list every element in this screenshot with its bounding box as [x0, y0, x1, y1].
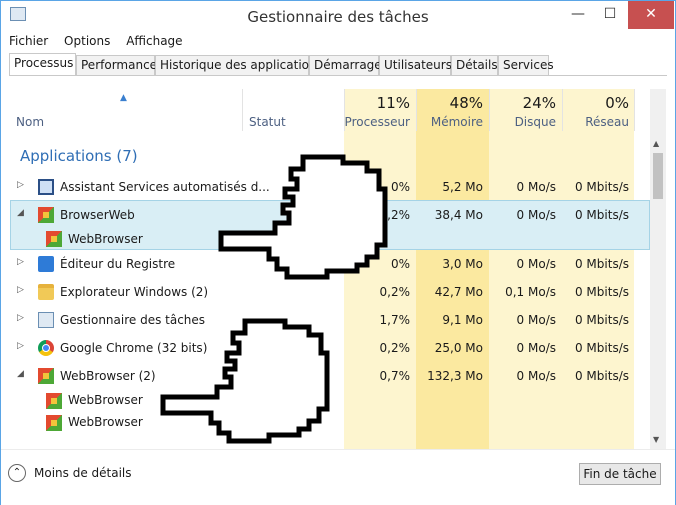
column-disk[interactable]: Disque [489, 115, 556, 129]
title-bar[interactable]: Gestionnaire des tâches — ☐ ✕ [1, 1, 675, 31]
network-percent: 0% [605, 94, 629, 112]
memory-value: 5,2 Mo [442, 180, 483, 194]
expand-icon[interactable]: ▷ [17, 180, 24, 190]
column-status[interactable]: Statut [249, 115, 286, 129]
disk-value: 0 Mo/s [516, 369, 556, 383]
menu-fichier[interactable]: Fichier [9, 34, 48, 48]
network-value: 0 Mbits/s [574, 180, 629, 194]
webbrowser-icon [46, 393, 62, 409]
webbrowser-icon [46, 231, 62, 247]
pointing-hand-cursor-icon [218, 154, 388, 280]
menu-affichage[interactable]: Affichage [126, 34, 182, 48]
fewer-details-label[interactable]: Moins de détails [34, 466, 132, 480]
scrollbar-thumb[interactable] [653, 153, 663, 199]
pointing-hand-cursor-icon [160, 318, 330, 444]
memory-percent: 48% [449, 94, 483, 112]
task-manager-window: Gestionnaire des tâches — ☐ ✕ Fichier Op… [0, 0, 676, 505]
child-process-name: WebBrowser [68, 415, 143, 429]
child-process-name: WebBrowser [68, 232, 143, 246]
network-value: 0 Mbits/s [574, 208, 629, 222]
end-task-button[interactable]: Fin de tâche [579, 463, 661, 485]
tab-utilisateurs[interactable]: Utilisateurs [379, 55, 452, 75]
webbrowser-icon [38, 207, 54, 223]
footer-bar: ⌃ Moins de détails Fin de tâche [1, 449, 675, 505]
disk-value: 0 Mo/s [516, 208, 556, 222]
webbrowser-icon [46, 415, 62, 431]
tab-historique[interactable]: Historique des applications [155, 55, 323, 75]
column-name[interactable]: Nom [16, 115, 44, 129]
close-button[interactable]: ✕ [628, 1, 674, 29]
memory-value: 38,4 Mo [434, 208, 483, 222]
webbrowser-icon [38, 368, 54, 384]
network-value: 0 Mbits/s [574, 285, 629, 299]
expand-icon[interactable]: ▷ [17, 341, 24, 351]
minimize-button[interactable]: — [563, 1, 593, 29]
taskmanager-icon [38, 312, 54, 328]
column-cpu[interactable]: Processeur [344, 115, 410, 129]
scroll-down-icon[interactable]: ▼ [653, 435, 659, 444]
disk-value: 0,1 Mo/s [505, 285, 556, 299]
collapse-icon[interactable]: ◢ [17, 208, 24, 218]
menu-bar: Fichier Options Affichage [9, 34, 195, 50]
expand-icon[interactable]: ▷ [17, 285, 24, 295]
cpu-value: 0,2% [379, 341, 411, 355]
column-memory[interactable]: Mémoire [416, 115, 483, 129]
disk-value: 0 Mo/s [516, 180, 556, 194]
memory-value: 25,0 Mo [434, 341, 483, 355]
disk-value: 0 Mo/s [516, 313, 556, 327]
scroll-up-icon[interactable]: ▲ [653, 139, 659, 148]
tab-processus[interactable]: Processus [9, 53, 76, 75]
child-process-name: WebBrowser [68, 393, 143, 407]
process-name: Explorateur Windows (2) [60, 285, 209, 299]
network-value: 0 Mbits/s [574, 341, 629, 355]
process-name: BrowserWeb [60, 208, 135, 222]
registry-icon [38, 256, 54, 272]
memory-value: 42,7 Mo [434, 285, 483, 299]
tab-details[interactable]: Détails [451, 55, 498, 75]
sort-up-icon: ▲ [120, 93, 127, 103]
disk-value: 0 Mo/s [516, 257, 556, 271]
menu-options[interactable]: Options [64, 34, 110, 48]
chevron-up-icon[interactable]: ⌃ [8, 464, 26, 482]
process-name: Éditeur du Registre [60, 257, 176, 271]
memory-value: 3,0 Mo [442, 257, 483, 271]
network-value: 0 Mbits/s [574, 257, 629, 271]
cpu-percent: 11% [376, 94, 410, 112]
network-value: 0 Mbits/s [574, 313, 629, 327]
chrome-icon [38, 340, 54, 356]
maximize-button[interactable]: ☐ [595, 1, 625, 29]
tab-performance[interactable]: Performance [76, 55, 157, 75]
network-value: 0 Mbits/s [574, 369, 629, 383]
disk-percent: 24% [522, 94, 556, 112]
folder-icon [38, 284, 54, 300]
process-name: WebBrowser (2) [60, 369, 156, 383]
tab-divider [9, 75, 667, 76]
group-header-applications: Applications (7) [20, 147, 138, 165]
table-header: ▲ Nom Statut 11% Processeur 48% Mémoire … [10, 89, 650, 131]
collapse-icon[interactable]: ◢ [17, 369, 24, 379]
column-network[interactable]: Réseau [562, 115, 629, 129]
cpu-value: 0,7% [379, 369, 411, 383]
cpu-value: 1,7% [379, 313, 411, 327]
tab-services[interactable]: Services [498, 55, 554, 75]
column-separator [242, 89, 243, 131]
column-separator [634, 89, 635, 131]
tab-demarrage[interactable]: Démarrage [309, 55, 382, 75]
expand-icon[interactable]: ▷ [17, 257, 24, 267]
memory-value: 9,1 Mo [442, 313, 483, 327]
expand-icon[interactable]: ▷ [17, 313, 24, 323]
disk-value: 0 Mo/s [516, 341, 556, 355]
vertical-scrollbar[interactable]: ▲ ▼ [650, 89, 666, 449]
monitor-icon [38, 179, 54, 195]
memory-value: 132,3 Mo [427, 369, 483, 383]
